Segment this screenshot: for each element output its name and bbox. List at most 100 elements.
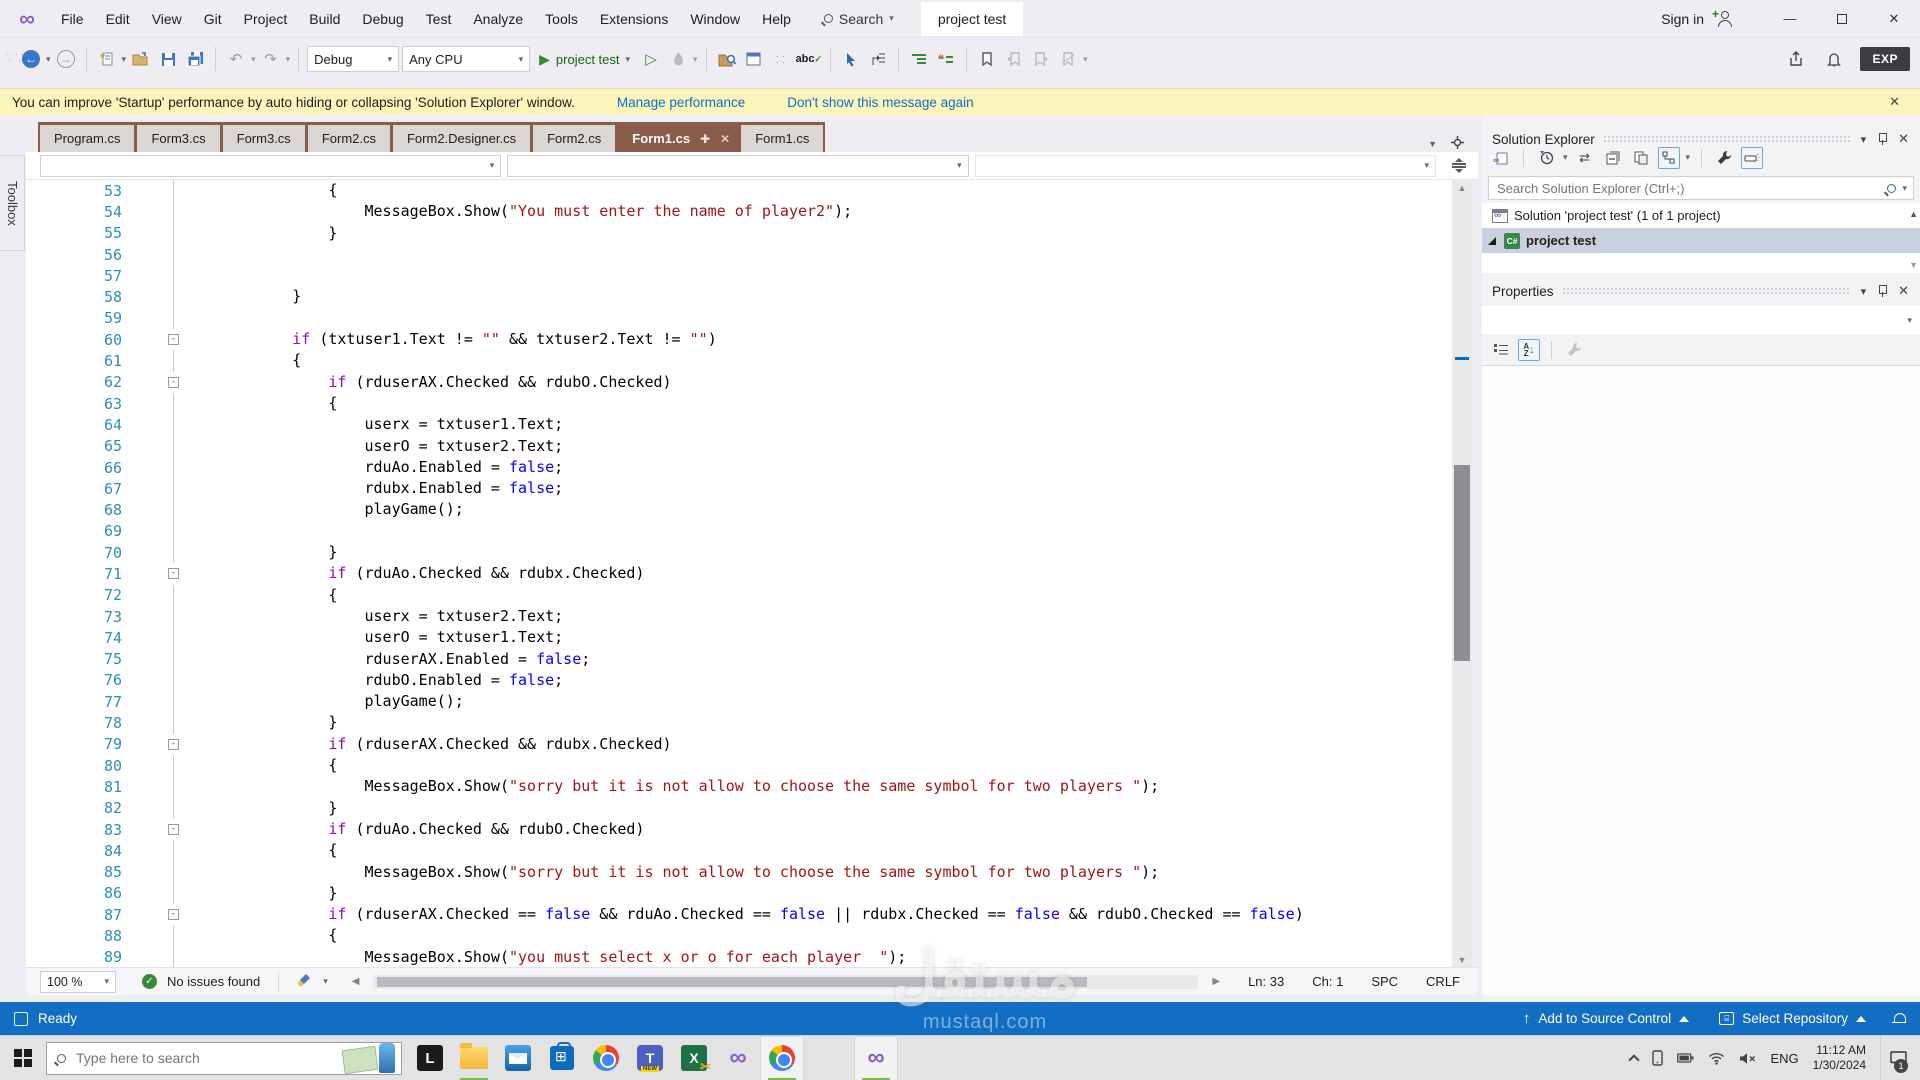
menu-view[interactable]: View [141,0,193,37]
volume-muted-icon[interactable] [1739,1052,1756,1065]
solution-platform-select[interactable]: Any CPU▾ [402,46,530,72]
select-repository-button[interactable]: ⌸ Select Repository [1709,1002,1876,1035]
menu-file[interactable]: File [50,0,95,37]
tray-expand-icon[interactable] [1629,1054,1640,1065]
tab-form2.designer.cs[interactable]: Form2.Designer.cs [393,125,530,152]
save-button[interactable] [156,46,180,72]
restore-button[interactable] [1816,0,1868,37]
tab-form2.cs[interactable]: Form2.cs [308,125,390,152]
taskbar-visual-studio[interactable]: ∞ [716,1036,760,1080]
start-without-debugging-button[interactable]: ▷ [639,46,663,72]
hscroll-left-icon[interactable]: ◀ [352,976,360,987]
wifi-icon[interactable] [1708,1052,1725,1065]
start-button[interactable] [0,1036,46,1080]
sign-in-link[interactable]: Sign in [1661,11,1704,27]
account-icon[interactable]: + [1712,9,1738,29]
pending-changes-filter-icon[interactable] [1535,147,1557,169]
open-file-button[interactable] [129,46,153,72]
menu-help[interactable]: Help [751,0,802,37]
issues-label[interactable]: No issues found [167,974,260,989]
taskbar-office-tool[interactable]: X [672,1036,716,1080]
expanded-arrow-icon[interactable] [1488,237,1496,245]
new-project-dropdown-icon[interactable]: ▾ [122,54,127,65]
code-editor[interactable]: 53 {54 MessageBox.Show("You must enter t… [26,180,1452,968]
preview-selected-items-icon[interactable] [1741,147,1763,169]
taskbar-teams[interactable]: TNEW [628,1036,672,1080]
tab-program.cs[interactable]: Program.cs [40,125,134,152]
fold-collapse-icon[interactable]: - [168,739,179,750]
hot-reload-dropdown-icon[interactable]: ▾ [693,54,698,65]
back-dropdown-icon[interactable]: ▾ [46,54,51,65]
scrollbar-thumb[interactable] [1454,465,1470,661]
notifications-bell-icon[interactable] [1892,1012,1906,1026]
solution-configuration-select[interactable]: Debug▾ [307,46,399,72]
menu-edit[interactable]: Edit [95,0,141,37]
experimental-badge[interactable]: EXP [1860,47,1910,71]
project-node[interactable]: C# project test ▼ [1482,228,1920,253]
manage-performance-link[interactable]: Manage performance [617,95,745,110]
menu-extensions[interactable]: Extensions [589,0,679,37]
fold-collapse-icon[interactable]: - [168,824,179,835]
tab-options-icon[interactable] [1451,136,1464,152]
menu-git[interactable]: Git [193,0,233,37]
tree-scroll-up-icon[interactable]: ▲ [1909,209,1918,219]
action-center-button[interactable]: 1 [1880,1036,1910,1080]
tab-close-icon[interactable]: ✕ [720,132,730,146]
close-button[interactable]: ✕ [1868,0,1920,37]
toolbar-drag-handle[interactable]: ⸪⸪ [6,57,16,61]
project-dropdown[interactable]: ▾ [40,155,501,177]
clock[interactable]: 11:12 AM 1/30/2024 [1813,1043,1866,1073]
phone-link-icon[interactable] [1652,1050,1663,1066]
alphabetical-sort-icon[interactable]: AZ↓ [1518,339,1540,361]
eol-indicator[interactable]: CRLF [1426,974,1460,989]
fold-collapse-icon[interactable]: - [168,909,179,920]
taskbar-mail[interactable] [496,1036,540,1080]
toggle-bookmark-button[interactable] [975,46,999,72]
tab-pin-icon[interactable]: ✚ [700,132,710,146]
taskbar-visual-studio-running[interactable]: ∞ [854,1036,898,1080]
search-control[interactable]: Search ▾ [824,11,894,27]
search-dropdown-icon[interactable]: ▾ [1902,183,1907,194]
taskbar-search-box[interactable] [46,1042,402,1075]
column-indicator[interactable]: Ch: 1 [1312,974,1343,989]
background-tasks-icon[interactable] [14,1012,28,1026]
language-indicator[interactable]: ENG [1770,1051,1798,1066]
menu-window[interactable]: Window [679,0,751,37]
panel-menu-icon[interactable]: ▾ [1858,285,1870,298]
taskbar-microsoft-store[interactable] [540,1036,584,1080]
start-debugging-button[interactable]: ▶ project test ▾ [533,46,636,72]
minimize-button[interactable]: — [1764,0,1816,37]
code-cleanup-dropdown-icon[interactable]: ▾ [323,976,328,987]
share-button[interactable] [1784,46,1808,72]
next-bookmark-button[interactable] [1029,46,1053,72]
indent-indicator[interactable]: SPC [1371,974,1398,989]
redo-button[interactable]: ↷ [259,46,283,72]
member-dropdown[interactable]: ▾ [975,155,1436,177]
dismiss-message-link[interactable]: Don't show this message again [787,95,973,110]
property-pages-wrench-icon[interactable] [1563,339,1585,361]
menu-tools[interactable]: Tools [534,0,589,37]
tab-form3.cs[interactable]: Form3.cs [137,125,219,152]
hscroll-right-icon[interactable]: ▶ [1212,976,1220,987]
taskbar-chrome[interactable] [584,1036,628,1080]
navigate-forward-button[interactable]: → [54,46,78,72]
add-to-source-control-button[interactable]: ↑ Add to Source Control [1513,1002,1699,1035]
titlebar-project-title[interactable]: project test [922,3,1022,35]
spell-check-button[interactable]: abc✓ [796,46,823,72]
save-all-button[interactable] [183,46,207,72]
undo-button[interactable]: ↶ [224,46,248,72]
taskbar-app-l[interactable]: L [408,1036,452,1080]
navigate-back-button[interactable]: ← [19,46,43,72]
properties-header[interactable]: Properties ▾ ✕ [1482,278,1920,304]
infobar-close-icon[interactable]: ✕ [1881,94,1908,110]
menu-analyze[interactable]: Analyze [462,0,534,37]
tab-form1.cs[interactable]: Form1.cs✚✕ [618,125,738,152]
properties-object-select[interactable]: ▾ [1482,306,1920,334]
fold-collapse-icon[interactable]: - [168,377,179,388]
tab-form1.cs[interactable]: Form1.cs [741,125,823,152]
solution-search-box[interactable]: ▾ [1488,176,1914,200]
panel-close-icon[interactable]: ✕ [1895,283,1912,299]
taskbar-chrome-running[interactable] [760,1036,804,1080]
more-options-handle-icon[interactable]: ⸬ [769,46,793,72]
previous-bookmark-button[interactable] [1002,46,1026,72]
